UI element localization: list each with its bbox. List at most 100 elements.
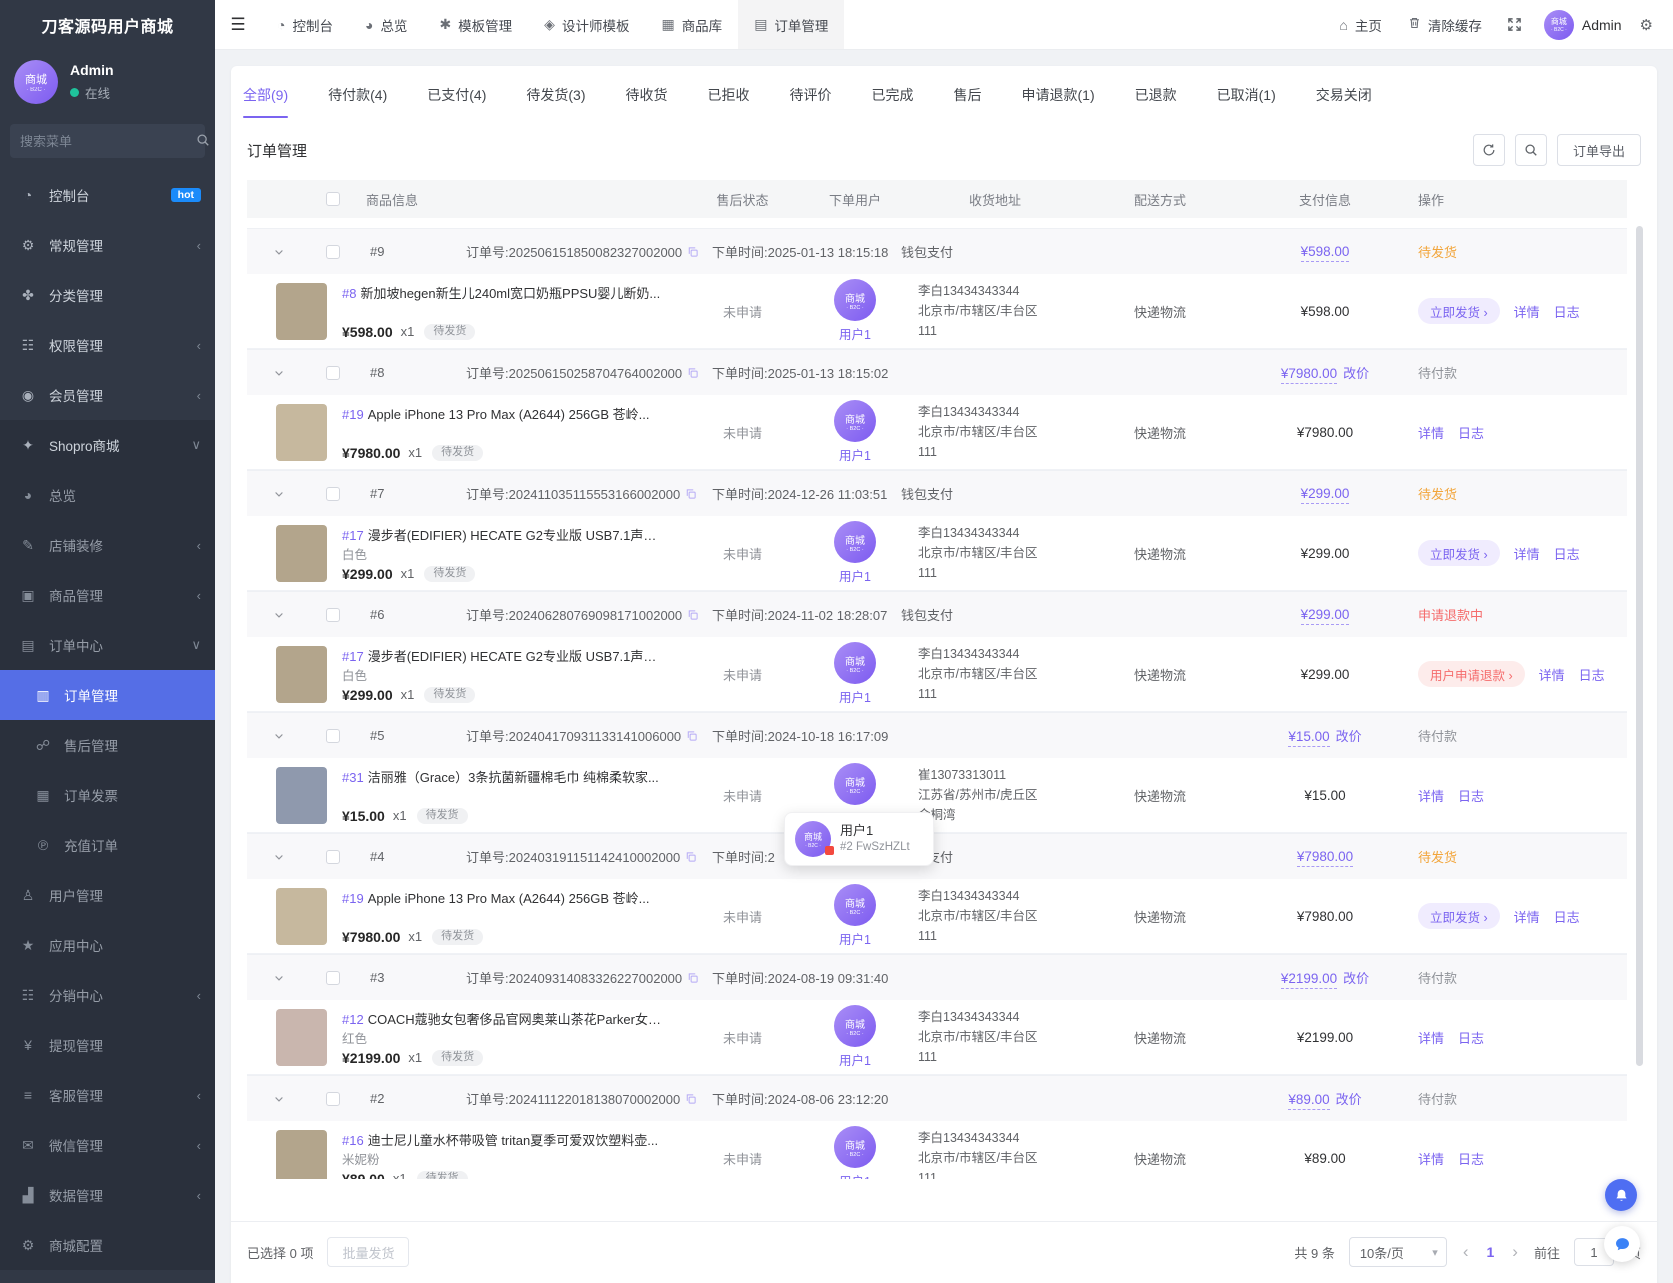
order-total-price[interactable]: ¥89.00 bbox=[1288, 1092, 1329, 1110]
tab-to-ship[interactable]: 待发货(3) bbox=[526, 66, 585, 124]
product-id-link[interactable]: #19 bbox=[342, 407, 364, 422]
tab-paid[interactable]: 已支付(4) bbox=[427, 66, 486, 124]
order-log-link[interactable]: 日志 bbox=[1458, 1028, 1484, 1047]
prev-page-button[interactable]: ‹ bbox=[1461, 1242, 1471, 1262]
change-price-link[interactable]: 改价 bbox=[1343, 366, 1369, 381]
row-expand-toggle[interactable] bbox=[247, 609, 311, 621]
row-expand-toggle[interactable] bbox=[247, 1093, 311, 1105]
order-total-price[interactable]: ¥299.00 bbox=[1301, 486, 1350, 504]
ship-now-button[interactable]: 立即发货 › bbox=[1418, 540, 1500, 566]
copy-icon[interactable] bbox=[685, 851, 697, 863]
buyer-avatar[interactable]: 商城· B2C · bbox=[834, 521, 876, 563]
tab-closed[interactable]: 交易关闭 bbox=[1316, 66, 1372, 124]
chat-support-button[interactable] bbox=[1604, 1226, 1640, 1262]
gear-icon[interactable]: ⚙ bbox=[1628, 16, 1665, 34]
row-expand-toggle[interactable] bbox=[247, 851, 311, 863]
topnav-item-overview[interactable]: ◕总览 bbox=[349, 0, 423, 49]
topnav-item-order-manage[interactable]: ▤订单管理 bbox=[738, 0, 844, 49]
sidebar-item-data[interactable]: ▟数据管理‹ bbox=[0, 1170, 215, 1220]
tab-aftersale[interactable]: 售后 bbox=[954, 66, 982, 124]
change-price-link[interactable]: 改价 bbox=[1336, 1092, 1362, 1107]
buyer-name-link[interactable]: 用户1 bbox=[839, 566, 871, 585]
product-id-link[interactable]: #8 bbox=[342, 286, 356, 301]
tab-to-receive[interactable]: 待收货 bbox=[626, 66, 668, 124]
order-total-price[interactable]: ¥2199.00 bbox=[1281, 971, 1337, 989]
sidebar-item-console[interactable]: ◔控制台hot bbox=[0, 170, 215, 220]
search-button[interactable] bbox=[1515, 134, 1547, 166]
order-total-price[interactable]: ¥7980.00 bbox=[1281, 366, 1337, 384]
sidebar-search-input[interactable] bbox=[20, 134, 196, 149]
tab-rejected[interactable]: 已拒收 bbox=[708, 66, 750, 124]
product-id-link[interactable]: #12 bbox=[342, 1012, 364, 1027]
sidebar-item-user-manage[interactable]: ♙用户管理 bbox=[0, 870, 215, 920]
order-log-link[interactable]: 日志 bbox=[1458, 423, 1484, 442]
tab-all[interactable]: 全部(9) bbox=[243, 66, 288, 124]
buyer-avatar[interactable]: 商城· B2C · bbox=[834, 1005, 876, 1047]
buyer-avatar[interactable]: 商城· B2C · bbox=[834, 400, 876, 442]
page-size-select[interactable]: 10条/页 ▾ bbox=[1349, 1237, 1447, 1267]
order-log-link[interactable]: 日志 bbox=[1554, 907, 1580, 926]
sidebar-item-aftersale[interactable]: ☍售后管理 bbox=[0, 720, 215, 770]
order-log-link[interactable]: 日志 bbox=[1458, 786, 1484, 805]
order-total-price[interactable]: ¥299.00 bbox=[1301, 607, 1350, 625]
order-detail-link[interactable]: 详情 bbox=[1514, 302, 1540, 321]
current-page-number[interactable]: 1 bbox=[1485, 1244, 1497, 1260]
buyer-avatar[interactable]: 商城· B2C · bbox=[834, 884, 876, 926]
topnav-item-console[interactable]: ◔控制台 bbox=[261, 0, 349, 49]
copy-icon[interactable] bbox=[687, 246, 699, 258]
sidebar-item-service[interactable]: ≡客服管理‹ bbox=[0, 1070, 215, 1120]
sidebar-item-config[interactable]: ⚙商城配置 bbox=[0, 1220, 215, 1270]
order-checkbox[interactable] bbox=[326, 608, 340, 622]
copy-icon[interactable] bbox=[687, 609, 699, 621]
tab-unpaid[interactable]: 待付款(4) bbox=[328, 66, 387, 124]
order-checkbox[interactable] bbox=[326, 1092, 340, 1106]
sidebar-item-recharge[interactable]: ℗充值订单 bbox=[0, 820, 215, 870]
product-id-link[interactable]: #19 bbox=[342, 891, 364, 906]
row-expand-toggle[interactable] bbox=[247, 972, 311, 984]
buyer-name-link[interactable]: 用户1 bbox=[839, 1171, 871, 1179]
clear-cache-button[interactable]: 清除缓存 bbox=[1395, 15, 1495, 35]
hamburger-menu-icon[interactable]: ☰ bbox=[215, 0, 261, 49]
order-detail-link[interactable]: 详情 bbox=[1514, 907, 1540, 926]
sidebar-item-general[interactable]: ⚙常规管理‹ bbox=[0, 220, 215, 270]
sidebar-item-withdraw[interactable]: ¥提现管理 bbox=[0, 1020, 215, 1070]
order-log-link[interactable]: 日志 bbox=[1579, 665, 1605, 684]
copy-icon[interactable] bbox=[685, 488, 697, 500]
buyer-name-link[interactable]: 用户1 bbox=[839, 687, 871, 706]
sidebar-item-distribution[interactable]: ☷分销中心‹ bbox=[0, 970, 215, 1020]
tab-refund-apply[interactable]: 申请退款(1) bbox=[1022, 66, 1095, 124]
sidebar-item-member[interactable]: ◉会员管理‹ bbox=[0, 370, 215, 420]
sidebar-item-decoration[interactable]: ✎店铺装修‹ bbox=[0, 520, 215, 570]
order-total-price[interactable]: ¥598.00 bbox=[1301, 244, 1350, 262]
batch-ship-button[interactable]: 批量发货 bbox=[327, 1237, 409, 1267]
product-id-link[interactable]: #17 bbox=[342, 528, 364, 543]
change-price-link[interactable]: 改价 bbox=[1336, 729, 1362, 744]
sidebar-item-app-center[interactable]: ★应用中心 bbox=[0, 920, 215, 970]
product-id-link[interactable]: #17 bbox=[342, 649, 364, 664]
topnav-username[interactable]: Admin bbox=[1582, 17, 1628, 33]
order-detail-link[interactable]: 详情 bbox=[1418, 1028, 1444, 1047]
user-refund-button[interactable]: 用户申请退款 › bbox=[1418, 661, 1525, 687]
buyer-avatar[interactable]: 商城· B2C · bbox=[834, 1126, 876, 1168]
buyer-name-link[interactable]: 用户1 bbox=[839, 324, 871, 343]
order-checkbox[interactable] bbox=[326, 487, 340, 501]
fullscreen-icon[interactable] bbox=[1495, 17, 1534, 32]
order-checkbox[interactable] bbox=[326, 850, 340, 864]
order-checkbox[interactable] bbox=[326, 729, 340, 743]
row-expand-toggle[interactable] bbox=[247, 246, 311, 258]
order-export-button[interactable]: 订单导出 bbox=[1557, 134, 1641, 166]
row-expand-toggle[interactable] bbox=[247, 488, 311, 500]
copy-icon[interactable] bbox=[686, 730, 698, 742]
sidebar-item-goods[interactable]: ▣商品管理‹ bbox=[0, 570, 215, 620]
buyer-name-link[interactable]: 用户1 bbox=[839, 445, 871, 464]
copy-icon[interactable] bbox=[687, 367, 699, 379]
sidebar-user-card[interactable]: 商城 · B2C · Admin 在线 bbox=[0, 50, 215, 116]
order-checkbox[interactable] bbox=[326, 366, 340, 380]
ship-now-button[interactable]: 立即发货 › bbox=[1418, 298, 1500, 324]
next-page-button[interactable]: › bbox=[1510, 1242, 1520, 1262]
topnav-item-goods-library[interactable]: ▦商品库 bbox=[645, 0, 738, 49]
product-id-link[interactable]: #31 bbox=[342, 770, 364, 785]
copy-icon[interactable] bbox=[685, 1093, 697, 1105]
order-checkbox[interactable] bbox=[326, 971, 340, 985]
order-detail-link[interactable]: 详情 bbox=[1418, 423, 1444, 442]
